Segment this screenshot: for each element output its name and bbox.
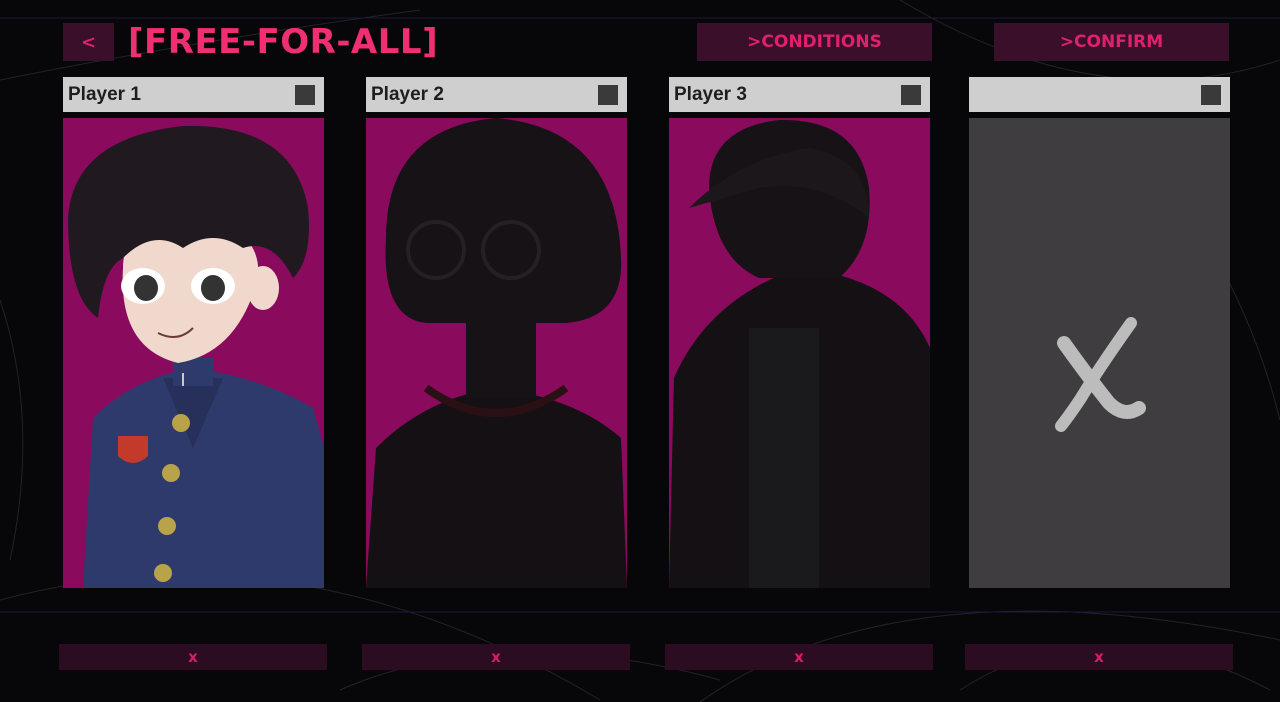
page-title: [FREE-FOR-ALL] (128, 22, 439, 62)
checkbox-icon[interactable] (1201, 85, 1221, 105)
remove-player-3-button[interactable]: x (665, 644, 933, 670)
player-portrait[interactable] (63, 118, 324, 588)
checkbox-icon[interactable] (901, 85, 921, 105)
slot-header: Player 1 (63, 77, 324, 112)
remove-player-2-button[interactable]: x (362, 644, 630, 670)
empty-slot[interactable] (969, 118, 1230, 588)
player-slot-1[interactable]: Player 1 (63, 77, 324, 588)
player-portrait[interactable] (366, 118, 627, 588)
slot-label: Player 1 (68, 83, 141, 105)
remove-player-1-button[interactable]: x (59, 644, 327, 670)
slot-header (969, 77, 1230, 112)
player-slot-4[interactable] (969, 77, 1230, 588)
checkbox-icon[interactable] (598, 85, 618, 105)
slot-header: Player 2 (366, 77, 627, 112)
slot-header: Player 3 (669, 77, 930, 112)
remove-player-4-button[interactable]: x (965, 644, 1233, 670)
confirm-button[interactable]: >CONFIRM (994, 23, 1229, 61)
slot-label: Player 2 (371, 83, 444, 105)
player-slot-2[interactable]: Player 2 (366, 77, 627, 588)
conditions-button[interactable]: >CONDITIONS (697, 23, 932, 61)
x-mark-icon (1055, 317, 1146, 432)
slot-label: Player 3 (674, 83, 747, 105)
back-button[interactable]: < (63, 23, 114, 61)
player-slot-3[interactable]: Player 3 (669, 77, 930, 588)
checkbox-icon[interactable] (295, 85, 315, 105)
player-portrait[interactable] (669, 118, 930, 588)
